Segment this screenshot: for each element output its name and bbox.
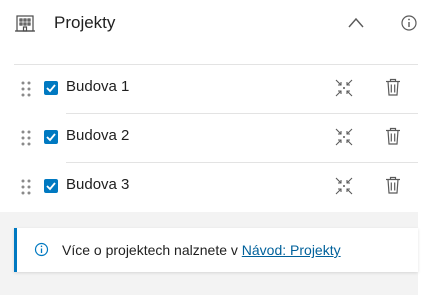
zoom-to-icon [335,79,353,97]
layer-label: Budova 1 [66,78,130,95]
checkmark-icon [46,133,56,142]
help-link[interactable]: Návod: Projekty [242,242,341,258]
drag-handle-icon[interactable] [20,178,32,196]
layer-row: Budova 1 [0,64,418,112]
chevron-up-icon [348,17,364,28]
zoom-to-icon [335,128,353,146]
zoom-to-button[interactable] [334,176,354,196]
layer-row: Budova 2 [0,113,418,161]
layer-label: Budova 3 [66,176,130,193]
trash-icon [386,127,400,145]
zoom-to-button[interactable] [334,127,354,147]
notice-message: Více o projektech nalznete v [62,242,238,258]
delete-button[interactable] [384,77,402,97]
panel-header: Projekty [0,0,418,48]
panel-title: Projekty [54,13,116,32]
trash-icon [386,176,400,194]
info-icon [34,242,49,257]
layer-checkbox[interactable] [44,179,58,193]
help-notice: Více o projektech nalznete v Návod: Proj… [14,228,418,272]
checkmark-icon [46,84,56,93]
drag-handle-icon[interactable] [20,129,32,147]
building-icon [14,12,36,34]
layer-checkbox[interactable] [44,130,58,144]
layer-checkbox[interactable] [44,81,58,95]
info-button[interactable] [400,14,418,32]
layer-row: Budova 3 [0,162,418,210]
projects-panel: Projekty Budova 1 Budova 2 Budova 3 Více… [0,0,418,295]
zoom-to-icon [335,177,353,195]
trash-icon [386,78,400,96]
drag-handle-icon[interactable] [20,80,32,98]
delete-button[interactable] [384,126,402,146]
collapse-button[interactable] [343,11,369,35]
layer-label: Budova 2 [66,127,130,144]
delete-button[interactable] [384,175,402,195]
info-icon [401,15,417,31]
notice-text: Více o projektech nalznete v Návod: Proj… [62,240,341,260]
zoom-to-button[interactable] [334,78,354,98]
checkmark-icon [46,182,56,191]
